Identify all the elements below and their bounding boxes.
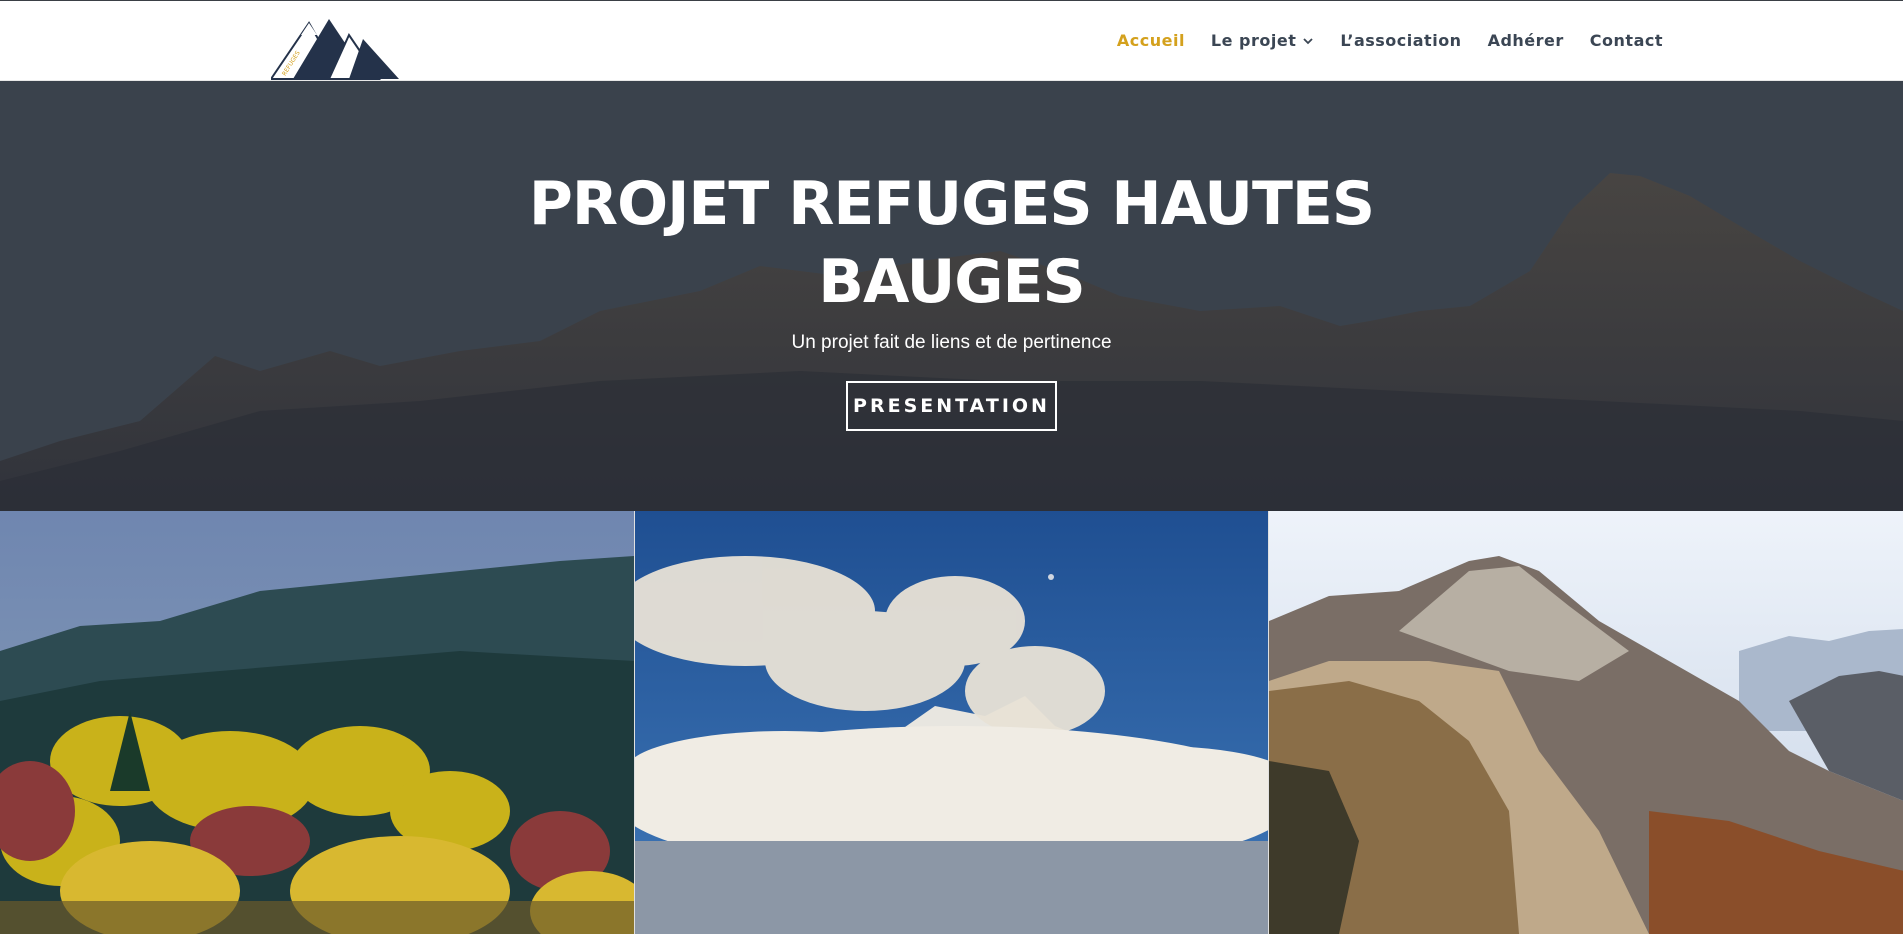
autumn-forest-photo[interactable] [0, 511, 634, 934]
nav-accueil[interactable]: Accueil [1117, 31, 1185, 50]
hero-title-line1: PROJET REFUGES HAUTES [528, 169, 1375, 239]
hero-title-line2: BAUGES [818, 247, 1085, 317]
main-nav: Accueil Le projet L’association Adhérer … [1117, 31, 1663, 50]
mountain-logo-icon: REFUGES [269, 19, 399, 80]
rocky-peaks-photo[interactable] [1268, 511, 1903, 934]
nav-association[interactable]: L’association [1340, 31, 1461, 50]
chevron-down-icon [1303, 37, 1313, 44]
nav-contact[interactable]: Contact [1590, 31, 1663, 50]
site-logo[interactable]: REFUGES [269, 13, 401, 81]
nav-label: L’association [1340, 31, 1462, 50]
presentation-button[interactable]: PRESENTATION [846, 381, 1057, 431]
photo-gallery [0, 511, 1903, 934]
forest-image [0, 511, 634, 934]
nav-label: Contact [1589, 31, 1663, 50]
hero-subtitle: Un projet fait de liens et de pertinence [791, 332, 1112, 353]
site-header: REFUGES Accueil Le projet L’association … [0, 0, 1903, 81]
cloud-summit-photo[interactable] [634, 511, 1268, 934]
cloud-summit-image [635, 511, 1268, 934]
nav-label: Accueil [1116, 31, 1185, 50]
nav-label: Le projet [1210, 31, 1297, 50]
rocky-peaks-image [1269, 511, 1903, 934]
nav-label: Adhérer [1487, 31, 1564, 50]
hero-title: PROJET REFUGES HAUTES BAUGES [0, 165, 1903, 321]
nav-le-projet[interactable]: Le projet [1211, 31, 1314, 50]
hero-section: PROJET REFUGES HAUTES BAUGES Un projet f… [0, 81, 1903, 511]
nav-adherer[interactable]: Adhérer [1488, 31, 1564, 50]
